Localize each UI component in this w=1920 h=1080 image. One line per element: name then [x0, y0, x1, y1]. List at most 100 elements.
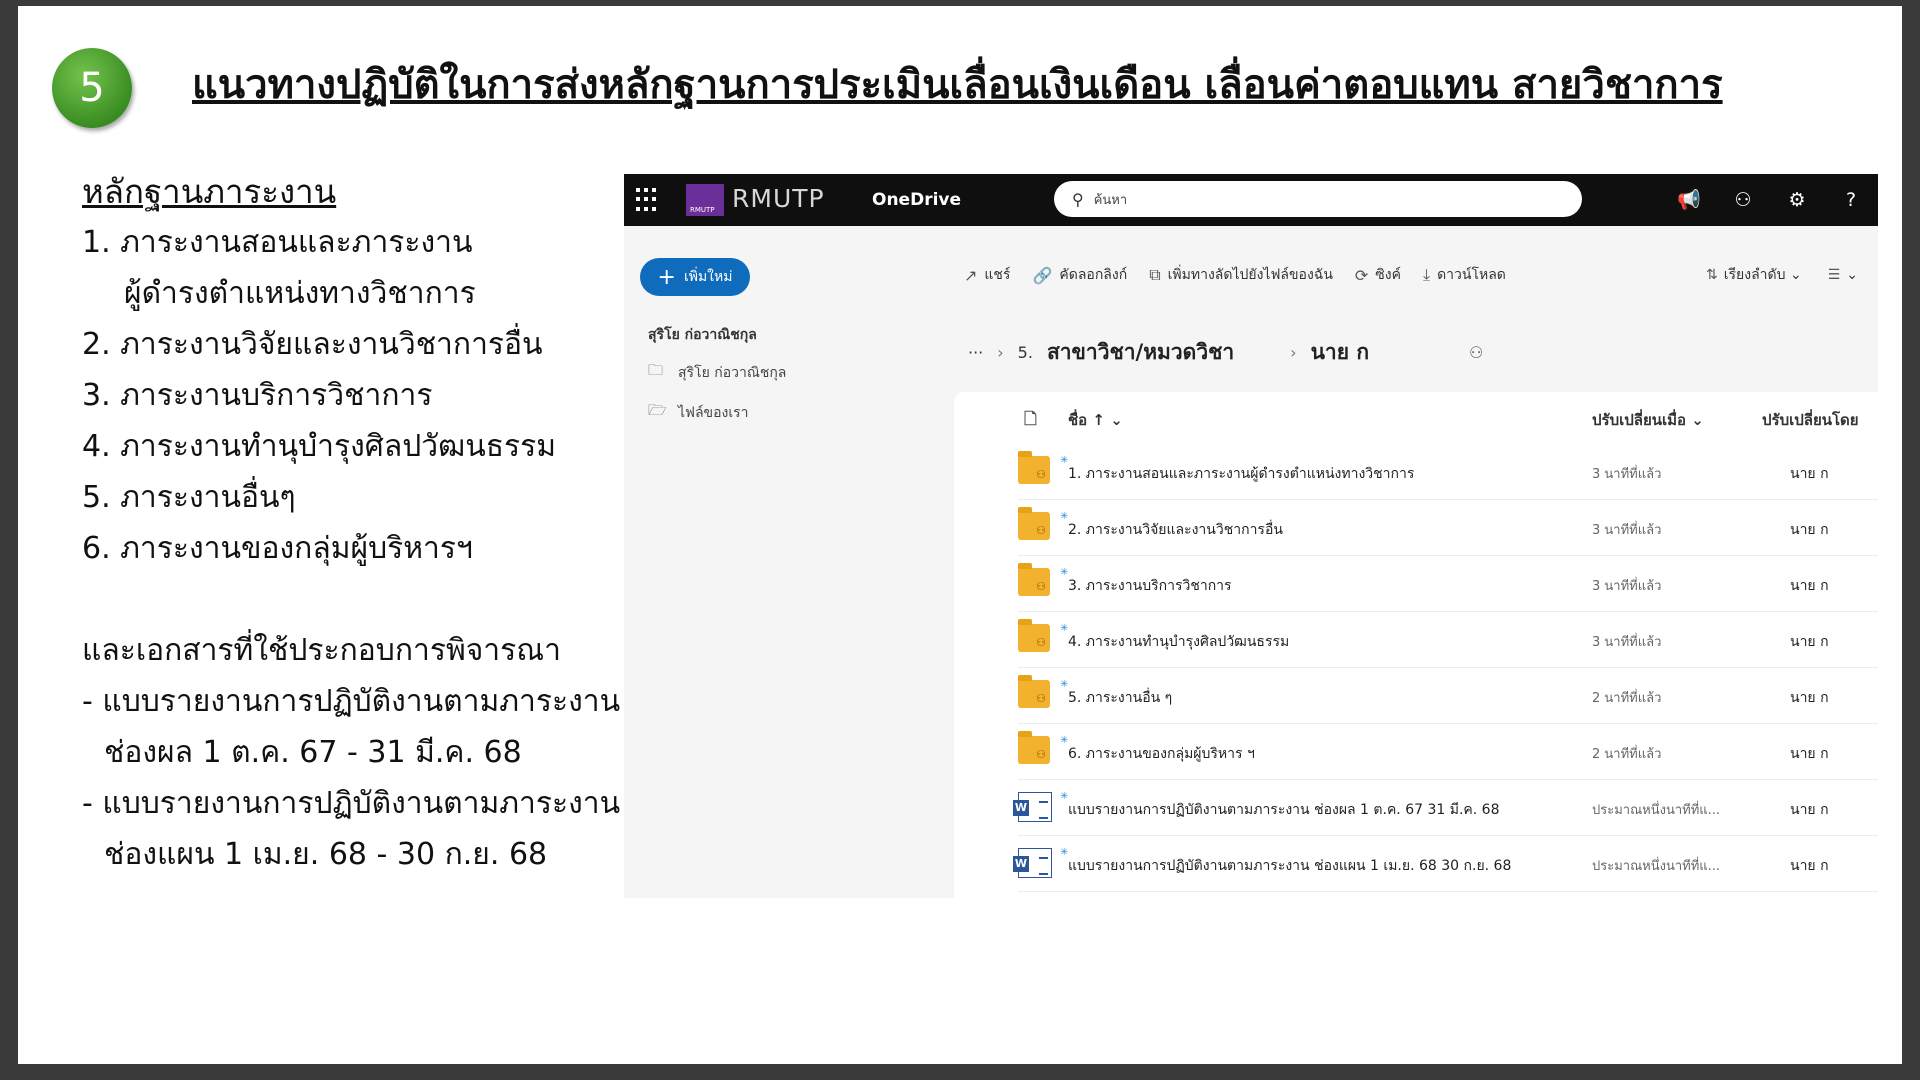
new-button-label: เพิ่มใหม่	[683, 269, 733, 285]
doc-item: - แบบรายงานการปฏิบัติงานตามภาระงาน	[82, 786, 621, 821]
file-modified-by: นาย ก	[1790, 578, 1829, 594]
top-bar: RMUTP RMUTP OneDrive ⚲ ค้นหา 📢 ⚇ ⚙ ?	[624, 174, 1878, 226]
file-modified-by: นาย ก	[1790, 802, 1829, 818]
sync-icon: ⟳	[1354, 265, 1369, 285]
file-type-icon: 🗋	[1024, 409, 1037, 428]
folder-row[interactable]: ⚇ ✳ 5. ภาระงานอื่น ๆ 2 นาทีที่แล้ว นาย ก	[1018, 668, 1878, 724]
copy-link-label: คัดลอกลิงก์	[1059, 267, 1128, 283]
gear-icon[interactable]: ⚙	[1770, 174, 1824, 226]
search-placeholder: ค้นหา	[1093, 192, 1128, 208]
file-modified-by: นาย ก	[1790, 634, 1829, 650]
shortcut-icon: ⧉	[1149, 265, 1161, 284]
shared-folder-icon: ⚇	[1018, 563, 1050, 596]
file-name[interactable]: 4. ภาระงานทำนุบำรุงศิลปวัฒนธรรม	[1068, 631, 1289, 653]
sync-command[interactable]: ⟳ ซิงค์	[1355, 264, 1401, 286]
folder-row[interactable]: ⚇ ✳ 6. ภาระงานของกลุ่มผู้บริหาร ฯ 2 นาที…	[1018, 724, 1878, 780]
evidence-item: 2. ภาระงานวิจัยและงานวิชาการอื่น	[82, 327, 543, 362]
folder-row[interactable]: ⚇ ✳ 3. ภาระงานบริการวิชาการ 3 นาทีที่แล้…	[1018, 556, 1878, 612]
shared-folder-icon: 🗁	[648, 401, 667, 419]
evidence-item: 1. ภาระงานสอนและภาระงาน	[82, 225, 473, 260]
evidence-item: 6. ภาระงานของกลุ่มผู้บริหารฯ	[82, 531, 473, 566]
folder-row[interactable]: ⚇ ✳ 4. ภาระงานทำนุบำรุงศิลปวัฒนธรรม 3 นา…	[1018, 612, 1878, 668]
add-shortcut-command[interactable]: ⧉ เพิ่มทางลัดไปยังไฟล์ของฉัน	[1149, 264, 1333, 286]
evidence-item-continued: ผู้ดำรงตำแหน่งทางวิชาการ	[124, 276, 476, 311]
file-name[interactable]: 5. ภาระงานอื่น ๆ	[1068, 687, 1172, 709]
help-icon[interactable]: ?	[1824, 174, 1878, 226]
column-modified-by[interactable]: ปรับเปลี่ยนโดย	[1762, 408, 1859, 432]
sidebar-item-label: สุริโย ก่อวาณิชกุล	[678, 364, 787, 381]
file-modified: 3 นาทีที่แล้ว	[1592, 523, 1662, 538]
file-name[interactable]: 6. ภาระงานของกลุ่มผู้บริหาร ฯ	[1068, 743, 1255, 765]
slide: 5 แนวทางปฏิบัติในการส่งหลักฐานการประเมิน…	[18, 6, 1902, 1064]
evidence-heading: หลักฐานภาระงาน	[82, 172, 337, 211]
file-row[interactable]: W ✳ แบบรายงานการปฏิบัติงานตามภาระงาน ช่อ…	[1013, 836, 1878, 892]
file-modified: ประมาณหนึ่งนาทีที่แ...	[1592, 859, 1721, 874]
file-row[interactable]: W ✳ แบบรายงานการปฏิบัติงานตามภาระงาน ช่อ…	[1013, 780, 1878, 836]
copy-link-command[interactable]: 🔗 คัดลอกลิงก์	[1032, 264, 1127, 286]
chevron-down-icon: ⌄	[1691, 411, 1704, 429]
breadcrumb-prefix[interactable]: 5.	[1018, 343, 1033, 362]
download-icon: ⤓	[1423, 265, 1431, 284]
command-bar: ↗ แชร์ 🔗 คัดลอกลิงก์ ⧉ เพิ่มทางลัดไปยังไฟล์…	[964, 264, 1528, 286]
file-modified: 3 นาทีที่แล้ว	[1592, 467, 1662, 482]
file-name[interactable]: แบบรายงานการปฏิบัติงานตามภาระงาน ช่องผล …	[1068, 799, 1500, 821]
file-modified: 3 นาทีที่แล้ว	[1592, 579, 1662, 594]
doc-item-continued: ช่องผล 1 ต.ค. 67 - 31 มี.ค. 68	[104, 735, 522, 770]
file-modified-by: นาย ก	[1790, 858, 1829, 874]
evidence-item: 5. ภาระงานอื่นๆ	[82, 480, 296, 515]
file-modified-by: นาย ก	[1790, 522, 1829, 538]
sidebar-item-my-files[interactable]: 🗀 สุริโย ก่อวาณิชกุล	[648, 360, 786, 385]
app-launcher-icon[interactable]	[636, 188, 660, 212]
slide-number-badge: 5	[52, 48, 132, 128]
file-name[interactable]: 3. ภาระงานบริการวิชาการ	[1068, 575, 1232, 597]
sync-label: ซิงค์	[1375, 267, 1401, 283]
chevron-down-icon: ⌄	[1789, 267, 1802, 283]
new-button[interactable]: + เพิ่มใหม่	[640, 258, 750, 296]
download-command[interactable]: ⤓ ดาวน์โหลด	[1423, 264, 1506, 286]
share-people-icon[interactable]: ⚇	[1716, 174, 1770, 226]
add-shortcut-label: เพิ่มทางลัดไปยังไฟล์ของฉัน	[1167, 267, 1333, 283]
app-name[interactable]: OneDrive	[872, 190, 961, 210]
slide-title: แนวทางปฏิบัติในการส่งหลักฐานการประเมินเล…	[192, 61, 1723, 108]
chevron-down-icon: ⌄	[1110, 411, 1123, 429]
file-modified: 3 นาทีที่แล้ว	[1592, 635, 1662, 650]
evidence-item: 4. ภาระงานทำนุบำรุงศิลปวัฒนธรรม	[82, 429, 557, 464]
sidebar-item-shared-files[interactable]: 🗁 ไฟล์ของเรา	[648, 400, 749, 425]
plus-icon: +	[657, 264, 676, 290]
column-name-label: ชื่อ ↑	[1068, 411, 1105, 429]
breadcrumb-folder[interactable]: สาขาวิชา/หมวดวิชา	[1047, 336, 1234, 369]
shared-folder-icon: ⚇	[1018, 619, 1050, 652]
file-modified: ประมาณหนึ่งนาทีที่แ...	[1592, 803, 1721, 818]
sort-label: เรียงลำดับ	[1723, 267, 1786, 283]
file-modified-by: นาย ก	[1790, 690, 1829, 706]
file-name[interactable]: 1. ภาระงานสอนและภาระงานผู้ดำรงตำแหน่งทาง…	[1068, 463, 1414, 485]
file-modified: 2 นาทีที่แล้ว	[1592, 747, 1662, 762]
docs-heading: และเอกสารที่ใช้ประกอบการพิจารณา	[82, 633, 561, 668]
view-options-button[interactable]: ☰ ⌄	[1828, 264, 1858, 286]
sort-icon: ⇅	[1706, 267, 1718, 283]
evidence-list: หลักฐานภาระงาน 1. ภาระงานสอนและภาระงาน ผ…	[82, 166, 642, 880]
download-label: ดาวน์โหลด	[1437, 267, 1506, 283]
list-view-icon: ☰	[1827, 267, 1841, 283]
word-document-icon: W	[1013, 792, 1052, 822]
folder-row[interactable]: ⚇ ✳ 1. ภาระงานสอนและภาระงานผู้ดำรงตำแหน่…	[1018, 444, 1878, 500]
doc-item: - แบบรายงานการปฏิบัติงานตามภาระงาน	[82, 684, 621, 719]
folder-row[interactable]: ⚇ ✳ 2. ภาระงานวิจัยและงานวิชาการอื่น 3 น…	[1018, 500, 1878, 556]
onedrive-screenshot: RMUTP RMUTP OneDrive ⚲ ค้นหา 📢 ⚇ ⚙ ? + เ…	[624, 174, 1878, 898]
file-name[interactable]: แบบรายงานการปฏิบัติงานตามภาระงาน ช่องแผน…	[1068, 855, 1511, 877]
search-input[interactable]: ⚲ ค้นหา	[1054, 181, 1582, 217]
rmutp-logo: RMUTP	[686, 184, 724, 216]
share-icon: ↗	[964, 265, 978, 285]
search-icon: ⚲	[1072, 189, 1084, 209]
column-modified[interactable]: ปรับเปลี่ยนเมื่อ ⌄	[1592, 408, 1704, 432]
column-name[interactable]: ชื่อ ↑ ⌄	[1068, 408, 1123, 432]
link-icon: 🔗	[1032, 265, 1053, 285]
megaphone-icon[interactable]: 📢	[1662, 174, 1716, 226]
share-command[interactable]: ↗ แชร์	[964, 264, 1010, 286]
breadcrumb-ellipsis[interactable]: ···	[968, 343, 983, 362]
file-name[interactable]: 2. ภาระงานวิจัยและงานวิชาการอื่น	[1068, 519, 1283, 541]
shared-folder-icon: ⚇	[1018, 675, 1050, 708]
shared-people-icon[interactable]: ⚇	[1469, 343, 1483, 362]
column-modified-label: ปรับเปลี่ยนเมื่อ	[1592, 411, 1687, 429]
sort-button[interactable]: ⇅ เรียงลำดับ ⌄	[1706, 264, 1802, 286]
